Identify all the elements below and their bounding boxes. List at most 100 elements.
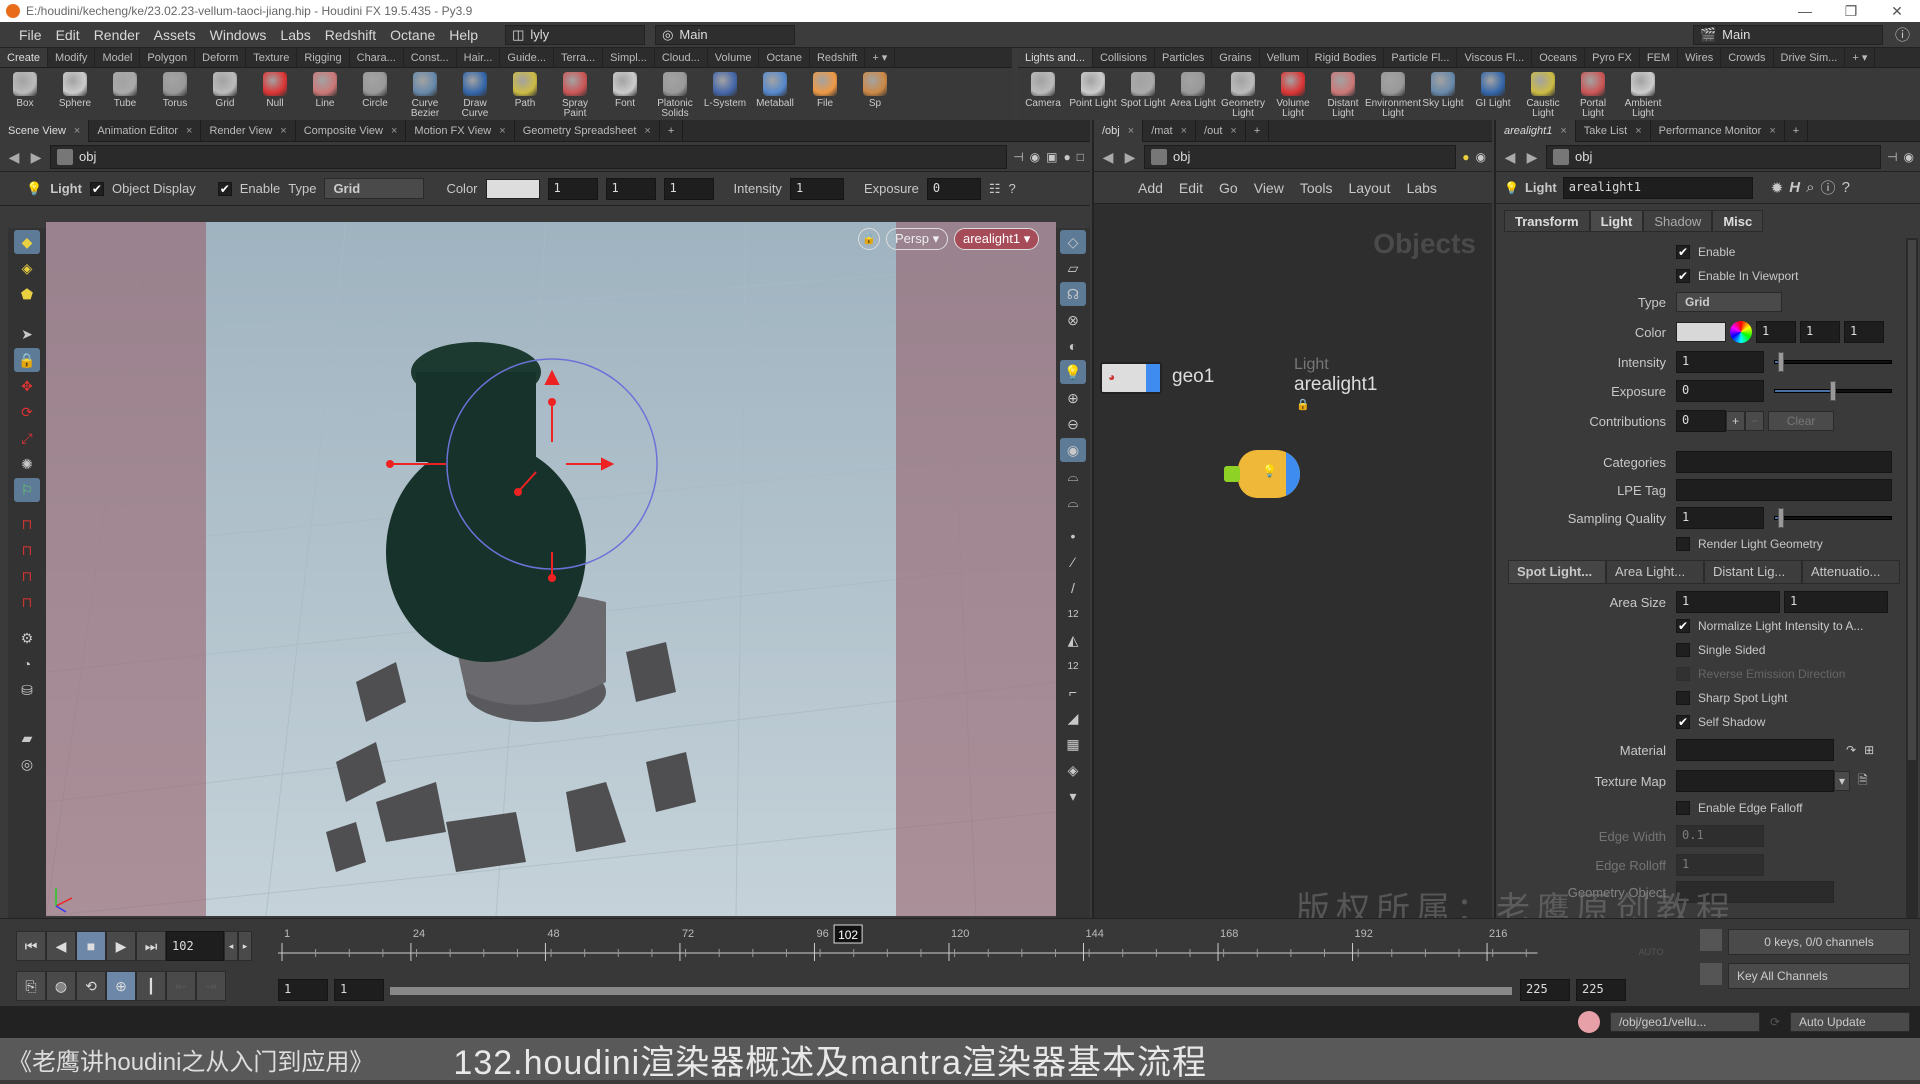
- menu-windows[interactable]: Windows: [203, 27, 274, 43]
- tool-sp[interactable]: Sp: [850, 68, 900, 109]
- pane-tab-animation-editor[interactable]: Animation Editor ×: [89, 119, 202, 142]
- close-tab-icon[interactable]: ×: [280, 120, 286, 142]
- type-menu[interactable]: Grid: [1676, 292, 1782, 312]
- cook-path-field[interactable]: /obj/geo1/vellu...: [1609, 1012, 1760, 1032]
- tool-grid[interactable]: Grid: [200, 68, 250, 109]
- subfolder-tab-spot-light[interactable]: Spot Light...: [1508, 560, 1606, 584]
- sphere-display-icon[interactable]: ●: [1064, 150, 1071, 164]
- shelf-tab-crowds[interactable]: Crowds: [1721, 48, 1774, 67]
- tool-spot-light[interactable]: Spot Light: [1118, 68, 1168, 109]
- color-r-field[interactable]: 1: [1756, 321, 1796, 343]
- color-swatch[interactable]: [1676, 322, 1726, 342]
- play-forward-button[interactable]: ▶: [106, 931, 136, 961]
- global-animation-icon[interactable]: ⊕: [106, 971, 136, 1001]
- reel-icon[interactable]: ◎: [14, 752, 40, 776]
- camera-set-icon[interactable]: ⌓: [1060, 490, 1086, 514]
- end-frame-field[interactable]: 225: [1576, 979, 1626, 1001]
- shelf-tab-vellum[interactable]: Vellum: [1260, 48, 1308, 67]
- refresh-icon[interactable]: ⟳: [1770, 1015, 1780, 1029]
- audio-icon[interactable]: ◍: [46, 971, 76, 1001]
- tool-distant-light[interactable]: Distant Light: [1318, 68, 1368, 119]
- edge-rolloff-field[interactable]: 1: [1676, 854, 1764, 876]
- pane-tab-composite-view[interactable]: Composite View ×: [296, 119, 407, 142]
- enable-checkbox[interactable]: ✔: [217, 181, 232, 196]
- backface-icon[interactable]: ◢: [1060, 706, 1086, 730]
- menu-help[interactable]: Help: [442, 27, 485, 43]
- object-display-checkbox[interactable]: ✔: [89, 181, 104, 196]
- shelf-tab-guide[interactable]: Guide...: [500, 48, 554, 67]
- pane-tab-arealight1[interactable]: arealight1 ×: [1496, 119, 1576, 142]
- tool-metaball[interactable]: Metaball: [750, 68, 800, 109]
- network-menu-view[interactable]: View: [1254, 180, 1284, 196]
- tool-font[interactable]: Font: [600, 68, 650, 109]
- flipbook-icon[interactable]: ▰: [14, 726, 40, 750]
- camera-menu[interactable]: Persp ▾: [886, 228, 949, 250]
- tool-tube[interactable]: Tube: [100, 68, 150, 109]
- pin-icon[interactable]: ⊣: [1013, 150, 1023, 164]
- contributions-field[interactable]: 0: [1676, 410, 1726, 432]
- snap-point-icon[interactable]: ⊓: [14, 564, 40, 588]
- shelf-tab-wires[interactable]: Wires: [1678, 48, 1722, 67]
- view-camera-icon[interactable]: ⚙: [14, 626, 40, 650]
- display-options-icon[interactable]: ◇: [1060, 230, 1086, 254]
- info-icon[interactable]: ⓘ: [1821, 177, 1836, 198]
- key-mode-menu[interactable]: Key All Channels: [1728, 963, 1910, 989]
- param-scrollbar[interactable]: [1906, 238, 1918, 918]
- jump-to-start-button[interactable]: ⏮: [16, 931, 46, 961]
- start-frame-field[interactable]: 1: [278, 979, 328, 1001]
- texture-icon[interactable]: ▦: [1060, 732, 1086, 756]
- light-display-flag[interactable]: [1224, 466, 1240, 482]
- shelf-tab-redshift[interactable]: Redshift: [810, 48, 866, 67]
- range-start-field[interactable]: 1: [334, 979, 384, 1001]
- color-b-field[interactable]: 1: [1844, 321, 1884, 343]
- tool-box[interactable]: Box: [0, 68, 50, 109]
- material-field[interactable]: [1676, 739, 1834, 761]
- look-through-menu[interactable]: arealight1 ▾: [954, 228, 1040, 250]
- tool-portal-light[interactable]: Portal Light: [1568, 68, 1618, 119]
- select-mode-primitives-icon[interactable]: ⬟: [14, 282, 40, 306]
- lock-icon[interactable]: 🔒: [14, 348, 40, 372]
- pane-tab-scene-view[interactable]: Scene View ×: [0, 119, 90, 142]
- current-frame-field[interactable]: 102: [166, 931, 224, 961]
- close-tab-icon[interactable]: ×: [186, 120, 192, 142]
- enable-checkbox[interactable]: ✔: [1676, 245, 1690, 259]
- shelf-tab-polygon[interactable]: Polygon: [140, 48, 196, 67]
- menu-assets[interactable]: Assets: [147, 27, 203, 43]
- keys-channels-icon[interactable]: [1700, 929, 1722, 951]
- subfolder-tab-distant-lig[interactable]: Distant Lig...: [1704, 560, 1802, 584]
- network-menu-go[interactable]: Go: [1219, 180, 1238, 196]
- normal-display-icon[interactable]: ⁄: [1060, 550, 1086, 574]
- pane-tab-take-list[interactable]: Take List ×: [1576, 119, 1651, 142]
- prim-normal-icon[interactable]: ◭: [1060, 628, 1086, 652]
- close-tab-icon[interactable]: ×: [1769, 120, 1775, 142]
- scroll-down-icon[interactable]: ▾: [1060, 784, 1086, 808]
- shelf-tab-texture[interactable]: Texture: [246, 48, 298, 67]
- options-icon[interactable]: ☷: [989, 181, 1001, 197]
- menu-render[interactable]: Render: [87, 27, 147, 43]
- select-arrow-icon[interactable]: ➤: [14, 322, 40, 346]
- link-icon[interactable]: ◉: [1904, 150, 1914, 164]
- intensity-field[interactable]: 1: [789, 177, 844, 200]
- categories-field[interactable]: [1676, 451, 1892, 473]
- forward-arrow-icon[interactable]: ▶: [1122, 149, 1138, 165]
- background-icon[interactable]: □: [1077, 150, 1084, 164]
- tool-platonic-solids[interactable]: Platonic Solids: [650, 68, 700, 119]
- close-tab-icon[interactable]: ×: [1635, 120, 1641, 142]
- search-icon[interactable]: ⌕: [1806, 179, 1814, 196]
- normalize-intensity-checkbox[interactable]: ✔: [1676, 619, 1690, 633]
- pane-tab-out[interactable]: /out ×: [1196, 119, 1246, 142]
- houdini-h-icon[interactable]: H: [1789, 179, 1800, 196]
- gear-icon[interactable]: ✹: [1771, 179, 1784, 197]
- select-mode-object-icon[interactable]: ◆: [14, 230, 40, 254]
- close-tab-icon[interactable]: ×: [499, 120, 505, 142]
- select-mode-points-icon[interactable]: ◈: [14, 256, 40, 280]
- jump-to-icon[interactable]: ↷: [1846, 743, 1856, 757]
- range-end-field[interactable]: 225: [1520, 979, 1570, 1001]
- add-shelf-tab-button[interactable]: + ▾: [865, 48, 896, 67]
- point-display-icon[interactable]: •: [1060, 524, 1086, 548]
- scene-path-field[interactable]: obj: [50, 144, 1008, 169]
- normal-light-icon[interactable]: ◐: [1060, 334, 1086, 358]
- texture-map-field[interactable]: [1676, 770, 1834, 792]
- sampling-quality-slider[interactable]: [1774, 508, 1892, 528]
- move-tool-icon[interactable]: ✥: [14, 374, 40, 398]
